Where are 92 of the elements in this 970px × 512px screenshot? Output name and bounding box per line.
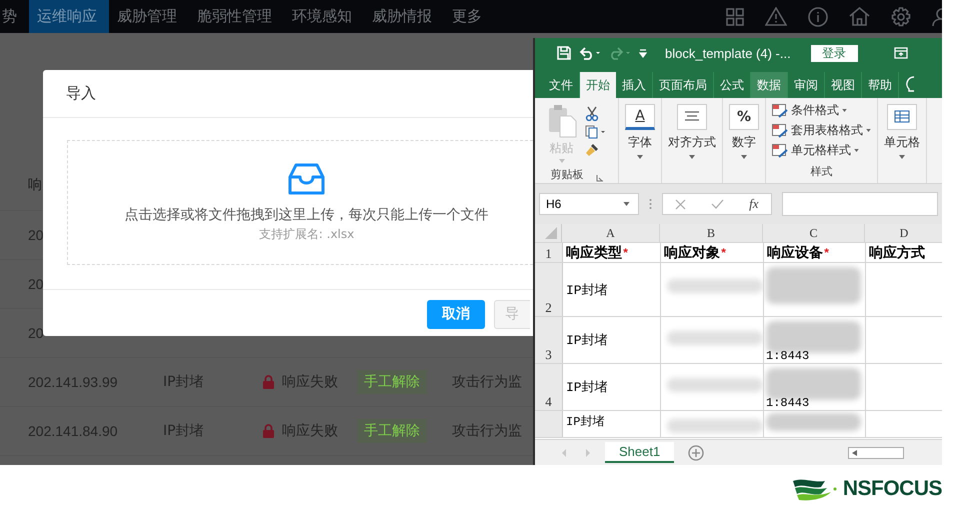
group-label: 对齐方式 (668, 134, 716, 151)
clipboard-icon (546, 104, 576, 138)
group-label: 数字 (732, 134, 756, 151)
lock-icon (262, 375, 275, 389)
spreadsheet-cell-text: IP封堵 (565, 282, 608, 298)
caret-icon[interactable] (866, 129, 871, 132)
name-box[interactable]: H6 (539, 193, 639, 215)
customize-icon[interactable] (639, 48, 647, 58)
spreadsheet-cell: 1:8443 (766, 349, 810, 363)
lock-icon (262, 424, 275, 438)
spreadsheet-cell-text: 响应对象* (663, 244, 728, 262)
table-cell: 20 (28, 276, 44, 292)
upload-extensions: 支持扩展名: .xlsx (258, 226, 354, 243)
number-format-button[interactable]: % (729, 104, 759, 130)
info-icon[interactable] (808, 6, 828, 26)
formula-input[interactable] (782, 192, 938, 216)
dialog-title: 导入 (66, 84, 96, 103)
nav-tab[interactable]: 威胁管理 (109, 0, 189, 33)
spreadsheet-cell-text: 响应方式 (868, 244, 925, 262)
ribbon-tab[interactable]: 开始 (580, 72, 616, 98)
spreadsheet-cell-text: IP封堵 (565, 332, 608, 349)
brand-logo: NSFOCUS (790, 476, 942, 500)
copy-icon[interactable] (584, 125, 606, 139)
status-tag: 手工解除 (357, 370, 427, 394)
ribbon-menu-button[interactable]: 套用表格格式 (791, 122, 863, 139)
dialog-button[interactable]: 取消 (427, 300, 485, 328)
table-style-icon (772, 104, 788, 118)
add-sheet-icon[interactable] (688, 444, 704, 460)
home-icon[interactable] (849, 7, 870, 26)
undo-icon[interactable] (579, 46, 601, 60)
user-icon[interactable] (932, 6, 942, 26)
nav-tab[interactable]: 脆弱性管理 (189, 0, 284, 33)
spreadsheet-cell-text: IP封堵 (565, 379, 608, 396)
login-button[interactable]: 登录 (810, 44, 858, 62)
table-cell: 20 (28, 227, 44, 243)
spreadsheet-cell: 1:8443 (766, 396, 810, 410)
table-cell: 202.141.84.90 (28, 423, 118, 439)
table-header-cell: 响 (28, 176, 42, 194)
format-painter-icon[interactable] (584, 143, 598, 157)
group-label: 剪贴板 (550, 167, 584, 182)
row-number[interactable]: 4 (535, 364, 563, 410)
row-number[interactable]: 2 (535, 263, 563, 316)
ribbon-menu-button[interactable]: 单元格样式 (791, 142, 851, 159)
spreadsheet-cell-text: IP封堵 (565, 414, 604, 430)
caret-icon[interactable] (637, 155, 643, 159)
warning-icon[interactable] (765, 7, 787, 26)
group-label: 单元格 (884, 134, 920, 151)
drag-handle-icon[interactable] (649, 198, 652, 210)
nav-tab[interactable]: 环境感知 (284, 0, 364, 33)
row-number[interactable]: 1 (535, 243, 563, 262)
upload-hint: 点击选择或将文件拖拽到这里上传，每次只能上传一个文件 (124, 206, 488, 224)
nav-tab[interactable]: 势 (0, 0, 29, 33)
spreadsheet-cell-text: 响应设备* (766, 244, 830, 262)
horizontal-scrollbar[interactable] (848, 446, 904, 458)
insert-function-button[interactable]: fx (749, 196, 759, 212)
caret-icon[interactable] (842, 109, 847, 112)
column-header[interactable]: A (562, 224, 660, 242)
spreadsheet-cell-text: 响应类型* (565, 244, 630, 262)
caret-icon[interactable] (854, 149, 859, 152)
group-label: 样式 (810, 164, 832, 179)
nav-tab[interactable]: 威胁情报 (364, 0, 444, 33)
align-icon[interactable] (677, 104, 707, 130)
column-header[interactable]: D (865, 224, 942, 242)
row-number[interactable]: 3 (535, 317, 563, 363)
window-title: block_template (4) -... (665, 46, 791, 60)
caret-icon[interactable] (689, 155, 695, 159)
sheet-tab[interactable]: Sheet1 (605, 442, 674, 463)
cells-icon[interactable] (887, 104, 917, 130)
save-icon[interactable] (557, 46, 571, 60)
table-cell: 20 (28, 325, 44, 341)
column-header[interactable]: C (763, 224, 865, 242)
table-style-icon (772, 124, 788, 138)
table-cell: 202.141.93.99 (28, 374, 118, 390)
column-header[interactable]: B (660, 224, 763, 242)
settings-icon[interactable] (891, 6, 911, 26)
ribbon-menu-button[interactable]: 条件格式 (791, 102, 839, 119)
dialog-launcher-icon[interactable] (596, 175, 602, 182)
caret-icon[interactable] (741, 155, 747, 159)
grid-icon[interactable] (726, 8, 744, 26)
check-icon[interactable] (711, 199, 724, 209)
inbox-icon (288, 163, 325, 195)
ribbon-display-icon[interactable] (894, 47, 908, 59)
scroll-left-icon[interactable] (852, 450, 858, 456)
scissors-icon[interactable] (584, 106, 598, 121)
nav-tab[interactable]: 运维响应 (29, 0, 109, 33)
status-tag: 手工解除 (357, 419, 427, 443)
group-label: 字体 (628, 134, 652, 151)
ribbon-tab[interactable]: 数据 (751, 72, 788, 98)
nav-tab[interactable]: 更多 (444, 0, 494, 33)
table-style-icon (772, 144, 788, 158)
caret-icon[interactable] (899, 155, 905, 159)
font-button[interactable]: A (625, 104, 655, 130)
